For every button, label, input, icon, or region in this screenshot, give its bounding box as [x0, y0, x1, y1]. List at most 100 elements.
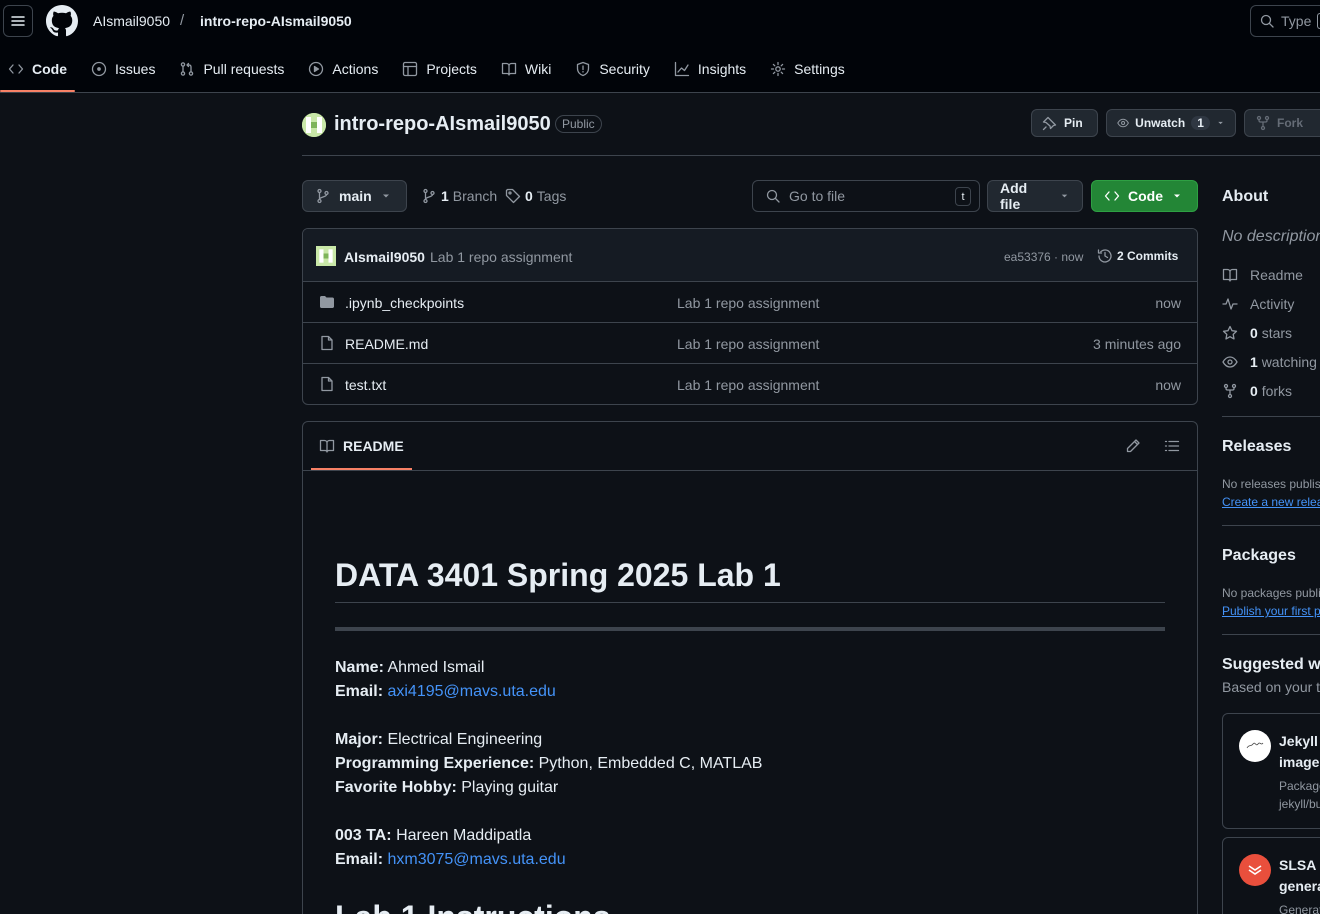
- tab-pull-requests[interactable]: Pull requests: [171, 52, 292, 86]
- background-info: Major: Electrical Engineering Programmin…: [335, 728, 762, 800]
- tab-issues[interactable]: Issues: [83, 52, 163, 86]
- publish-package-link[interactable]: Publish your first package: [1222, 604, 1320, 618]
- hobby-label: Favorite Hobby:: [335, 779, 457, 796]
- stars-link[interactable]: 0 stars: [1222, 325, 1292, 341]
- divider: [1222, 634, 1320, 635]
- breadcrumb-repo[interactable]: intro-repo-AIsmail9050: [200, 13, 352, 29]
- list-icon[interactable]: [1164, 438, 1180, 454]
- packages-text: No packages published: [1222, 586, 1320, 600]
- commits-link[interactable]: 2 Commits: [1097, 248, 1178, 264]
- branch-select[interactable]: main: [302, 180, 407, 212]
- fork-button[interactable]: Fork: [1244, 109, 1320, 137]
- commits-count: 2 Commits: [1117, 249, 1179, 263]
- repo-name[interactable]: intro-repo-AIsmail9050: [334, 113, 551, 136]
- commit-sha[interactable]: ea53376 · now: [1004, 250, 1083, 264]
- issue-icon: [91, 61, 107, 77]
- tag-count: 0: [525, 188, 533, 204]
- ta-email-label: Email:: [335, 851, 384, 868]
- readme-label: Readme: [1250, 267, 1303, 283]
- pencil-icon[interactable]: [1125, 438, 1141, 454]
- global-search-input[interactable]: Type: [1250, 5, 1320, 37]
- code-button[interactable]: Code: [1091, 180, 1198, 212]
- shield-icon: [577, 61, 590, 77]
- workflow-title: SLSA Generic: [1279, 857, 1320, 873]
- file-row[interactable]: test.txt Lab 1 repo assignment now: [303, 364, 1197, 404]
- search-icon: [1260, 14, 1274, 28]
- gear-icon: [771, 61, 786, 77]
- repo-title-row: intro-repo-AIsmail9050 Public Pin Unwatc…: [302, 108, 1320, 156]
- tab-security[interactable]: Security: [567, 52, 658, 86]
- email-label: Email:: [335, 683, 384, 700]
- go-to-file-input[interactable]: Go to file t: [752, 180, 980, 212]
- major-label: Major:: [335, 731, 383, 748]
- file-commit-message[interactable]: Lab 1 repo assignment: [677, 377, 819, 393]
- create-release-link[interactable]: Create a new release: [1222, 495, 1320, 509]
- tab-projects[interactable]: Projects: [394, 52, 485, 86]
- activity-link[interactable]: Activity: [1222, 296, 1294, 312]
- tab-code[interactable]: Code: [0, 52, 75, 92]
- breadcrumb-owner[interactable]: AIsmail9050: [93, 13, 170, 29]
- watching-link[interactable]: 1 watching: [1222, 354, 1317, 370]
- avatar[interactable]: [316, 246, 336, 266]
- tab-wiki[interactable]: Wiki: [493, 52, 559, 86]
- file-commit-message[interactable]: Lab 1 repo assignment: [677, 295, 819, 311]
- commit-author[interactable]: AIsmail9050: [344, 249, 425, 265]
- tab-insights[interactable]: Insights: [666, 52, 754, 86]
- fork-icon: [1256, 115, 1270, 131]
- stars-count: 0: [1250, 325, 1258, 341]
- file-row[interactable]: README.md Lab 1 repo assignment 3 minute…: [303, 323, 1197, 364]
- code-label: Code: [1128, 188, 1163, 204]
- about-heading: About: [1222, 188, 1269, 205]
- github-logo-icon[interactable]: [46, 5, 78, 37]
- branch-count: 1: [441, 188, 449, 204]
- tab-settings[interactable]: Settings: [762, 52, 853, 86]
- file-name[interactable]: README.md: [345, 336, 428, 352]
- ta-email-link[interactable]: hxm3075@mavs.uta.edu: [387, 851, 565, 868]
- workflow-description-line2: jekyll/builder: [1279, 797, 1320, 811]
- file-time: 3 minutes ago: [1093, 336, 1181, 352]
- file-name[interactable]: .ipynb_checkpoints: [345, 295, 464, 311]
- fork-label: Fork: [1277, 116, 1304, 130]
- workflow-card[interactable]: SLSA Generic generator Generate SLSA: [1222, 837, 1320, 914]
- about-description: No description: [1222, 228, 1320, 245]
- workflow-card[interactable]: Jekyll using Docker image Package a Jeky…: [1222, 713, 1320, 829]
- email-link[interactable]: axi4195@mavs.uta.edu: [387, 683, 555, 700]
- commit-message[interactable]: Lab 1 repo assignment: [430, 249, 572, 265]
- menu-button[interactable]: [3, 5, 33, 37]
- chevron-down-icon: [1061, 194, 1068, 198]
- releases-heading[interactable]: Releases: [1222, 438, 1291, 456]
- file-commit-message[interactable]: Lab 1 repo assignment: [677, 336, 819, 352]
- forks-label: forks: [1261, 383, 1293, 399]
- unwatch-button[interactable]: Unwatch 1: [1106, 109, 1236, 137]
- search-icon: [766, 189, 780, 203]
- tab-label: Insights: [697, 61, 747, 77]
- slsa-logo-icon: [1239, 854, 1271, 886]
- tab-actions[interactable]: Actions: [300, 52, 386, 86]
- watching-count: 1: [1250, 354, 1258, 370]
- readme-link[interactable]: Readme: [1222, 267, 1303, 283]
- hamburger-icon: [11, 16, 25, 26]
- file-name[interactable]: test.txt: [345, 377, 386, 393]
- readme-title: DATA 3401 Spring 2025 Lab 1: [335, 557, 781, 593]
- readme-tab-label: README: [343, 438, 404, 454]
- tag-label: Tags: [536, 188, 567, 204]
- divider: [1222, 525, 1320, 526]
- suggested-workflows-heading: Suggested workflows: [1222, 656, 1320, 673]
- tags-link[interactable]: 0 Tags: [505, 188, 566, 204]
- packages-heading[interactable]: Packages: [1222, 547, 1296, 565]
- suggested-workflows-sub: Based on your tech stack: [1222, 679, 1320, 695]
- book-icon: [501, 62, 517, 76]
- horizontal-rule: [335, 627, 1165, 631]
- ta-info: 003 TA: Hareen Maddipatla Email: hxm3075…: [335, 824, 566, 872]
- avatar[interactable]: [302, 113, 326, 137]
- add-file-button[interactable]: Add file: [987, 180, 1083, 212]
- file-row[interactable]: .ipynb_checkpoints Lab 1 repo assignment…: [303, 282, 1197, 323]
- tab-label: Projects: [426, 61, 477, 77]
- pin-button[interactable]: Pin: [1031, 109, 1098, 137]
- tab-readme[interactable]: README: [311, 422, 412, 470]
- programming-value: Python, Embedded C, MATLAB: [538, 755, 763, 772]
- file-icon: [321, 335, 333, 351]
- branches-link[interactable]: 1 Branch: [421, 188, 497, 204]
- readme-header: README: [303, 422, 1197, 471]
- forks-link[interactable]: 0 forks: [1222, 383, 1292, 399]
